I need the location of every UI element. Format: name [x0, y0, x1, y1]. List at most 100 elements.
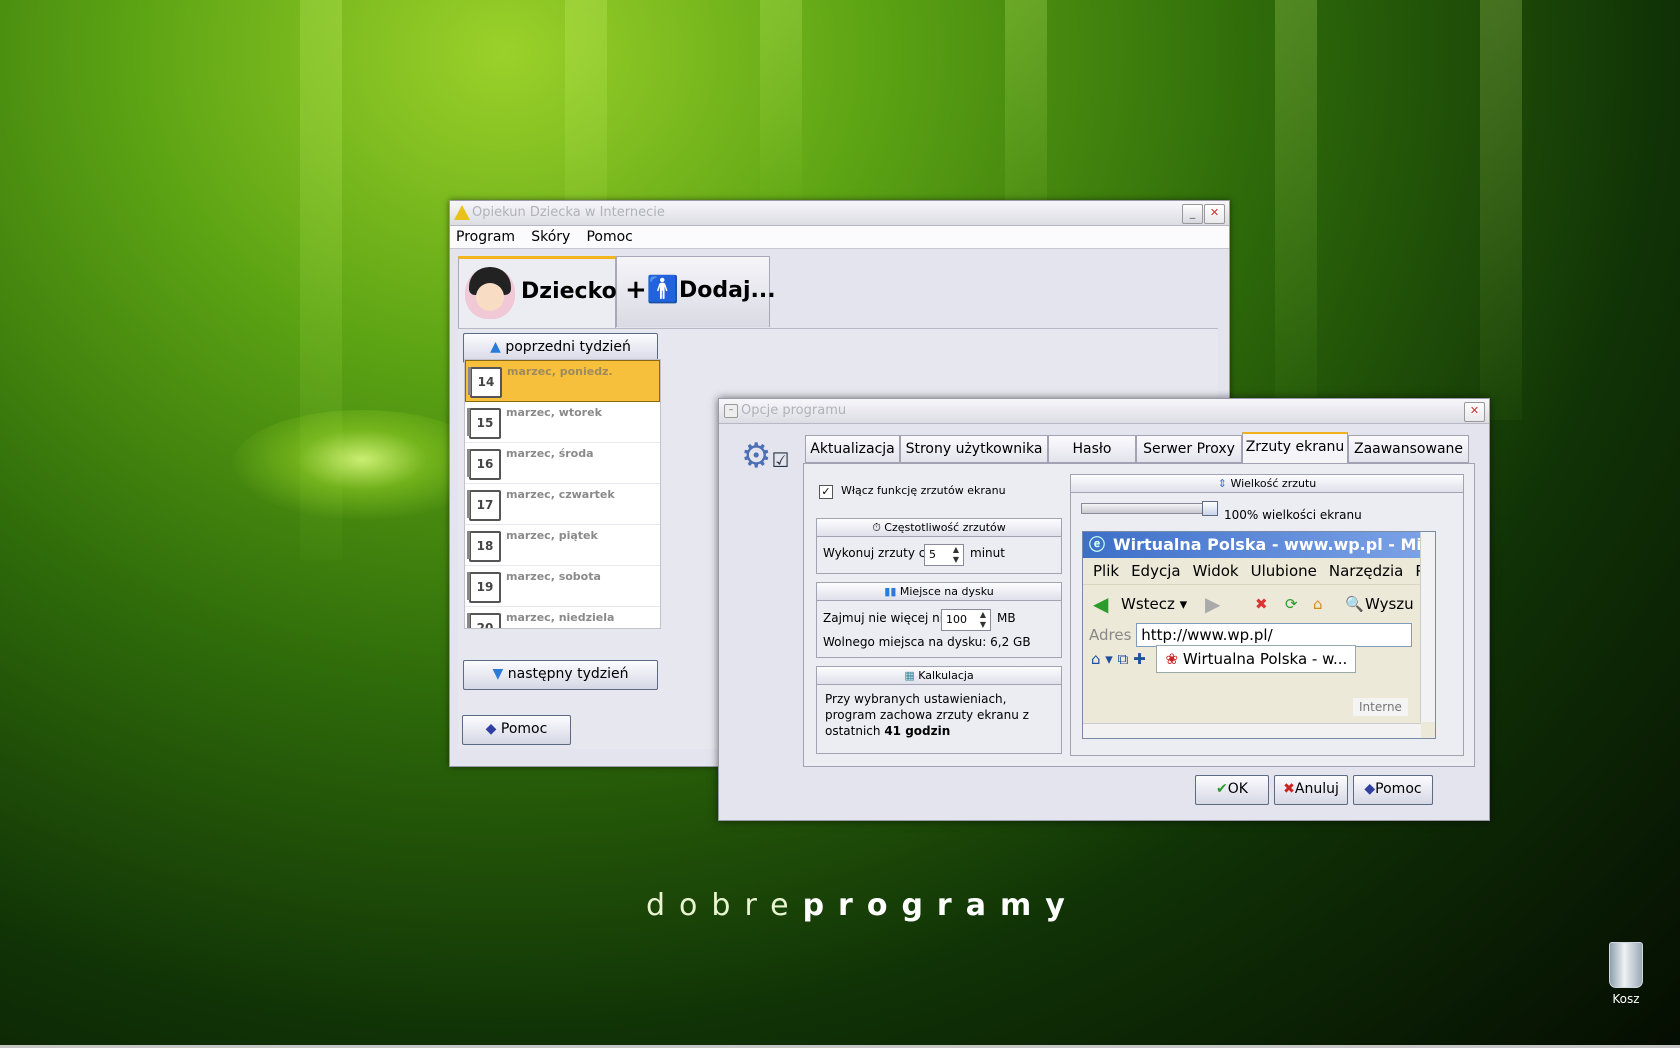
- settings-gears-icon: ⚙☑: [741, 436, 790, 476]
- enable-screenshots-label: Włącz funkcję zrzutów ekranu: [841, 484, 1006, 497]
- menu-skins[interactable]: Skóry: [525, 226, 576, 245]
- tab-updates[interactable]: Aktualizacja: [805, 435, 900, 463]
- help-label: Pomoc: [500, 721, 548, 737]
- menu-help[interactable]: Pomoc: [580, 226, 638, 245]
- calculation-header: ▦ Kalkulacja: [817, 667, 1061, 685]
- calendar-icon: 17: [467, 490, 501, 521]
- day-item[interactable]: 16 marzec, środa: [465, 443, 660, 484]
- tab-add[interactable]: +🚹 Dodaj...: [616, 256, 776, 327]
- disk-spinner[interactable]: 100 ▲ ▼: [941, 609, 991, 631]
- main-titlebar[interactable]: Opiekun Dziecka w Internecie _ ✕: [450, 201, 1229, 226]
- timer-icon: ⏱: [872, 521, 881, 534]
- prev-week-label: poprzedni tydzień: [505, 339, 631, 355]
- help-button[interactable]: ◆ Pomoc: [462, 715, 571, 745]
- options-dialog: – Opcje programu ✕ ⚙☑ Aktualizacja Stron…: [718, 398, 1490, 821]
- day-list: 14 marzec, poniedz. 15 marzec, wtorek 16 ma…: [464, 359, 661, 629]
- preview-side-label: Interne: [1353, 698, 1408, 716]
- resize-icon: ⇕: [1217, 477, 1227, 490]
- options-titlebar[interactable]: – Opcje programu ✕: [719, 399, 1489, 424]
- calendar-icon: 16: [467, 449, 501, 480]
- tab-password[interactable]: Hasło: [1048, 435, 1136, 463]
- recycle-bin[interactable]: Kosz: [1604, 942, 1648, 1006]
- day-label: marzec, wtorek: [506, 406, 602, 419]
- size-slider-thumb[interactable]: [1202, 501, 1218, 516]
- calculation-group: ▦ Kalkulacja Przy wybranych ustawieniach…: [816, 666, 1062, 754]
- minimize-button[interactable]: _: [1182, 204, 1203, 224]
- refresh-icon: ⟳: [1285, 595, 1298, 613]
- enable-screenshots-checkbox[interactable]: ✓: [819, 485, 833, 499]
- frequency-spinner[interactable]: 5 ▲ ▼: [924, 544, 964, 566]
- calendar-icon: 14: [468, 367, 502, 398]
- disk-header: ▮▮ Miejsce na dysku: [817, 583, 1061, 601]
- tab-child[interactable]: Dziecko: [458, 256, 617, 329]
- free-space-label: Wolnego miejsca na dysku: 6,2 GB: [823, 635, 1031, 649]
- day-label: marzec, środa: [506, 447, 594, 460]
- spinner-arrows-icon[interactable]: ▲ ▼: [976, 610, 990, 630]
- preview-menubar: PlikEdycjaWidokUlubioneNarzędziaPomo: [1093, 562, 1435, 580]
- preview-tabs: ⌂ ▾ ⧉ ✚ ❀ Wirtualna Polska - w...: [1083, 645, 1435, 673]
- calendar-icon: 15: [467, 408, 501, 439]
- day-label: marzec, sobota: [506, 570, 601, 583]
- options-title: Opcje programu: [741, 403, 847, 418]
- day-item[interactable]: 19 marzec, sobota: [465, 566, 660, 607]
- day-item[interactable]: 17 marzec, czwartek: [465, 484, 660, 525]
- arrow-up-icon: ▲: [490, 339, 501, 355]
- background-streak: [1480, 0, 1522, 420]
- day-item[interactable]: 20 marzec, niedziela: [465, 607, 660, 628]
- checkmark-icon: ✔: [1216, 781, 1228, 797]
- calculation-prefix: ostatnich: [825, 724, 881, 738]
- day-label: marzec, czwartek: [506, 488, 615, 501]
- tab-user-pages[interactable]: Strony użytkownika: [900, 435, 1048, 463]
- tab-child-label: Dziecko: [521, 279, 617, 304]
- child-avatar-icon: [465, 267, 515, 319]
- calculation-text: Przy wybranych ustawieniach, program zac…: [825, 691, 1029, 739]
- preview-addressbar: Adres http://www.wp.pl/: [1083, 623, 1435, 647]
- day-item[interactable]: 15 marzec, wtorek: [465, 402, 660, 443]
- options-close-button[interactable]: ✕: [1464, 402, 1485, 422]
- spinner-arrows-icon[interactable]: ▲ ▼: [949, 545, 963, 565]
- tab-proxy[interactable]: Serwer Proxy: [1136, 435, 1242, 463]
- recycle-bin-label: Kosz: [1612, 992, 1640, 1006]
- menu-program[interactable]: Program: [450, 226, 521, 245]
- tab-advanced[interactable]: Zaawansowane: [1348, 435, 1469, 463]
- cancel-button[interactable]: ✖Anuluj: [1274, 775, 1348, 805]
- search-icon: 🔍: [1345, 595, 1364, 613]
- main-window-title: Opiekun Dziecka w Internecie: [472, 205, 665, 220]
- next-week-button[interactable]: ▼ następny tydzień: [463, 660, 658, 690]
- tab-add-label: Dodaj...: [679, 278, 776, 303]
- home-icon: ⌂: [1313, 595, 1323, 613]
- recycle-bin-icon: [1609, 942, 1643, 988]
- preview-horizontal-scrollbar[interactable]: [1083, 723, 1421, 738]
- background-streak: [760, 0, 802, 200]
- next-week-label: następny tydzień: [507, 666, 629, 682]
- ok-button[interactable]: ✔OK: [1195, 775, 1269, 805]
- ie-logo-icon: ⓔ: [1089, 535, 1106, 554]
- preview-toolbar: ◀ Wstecz ▾ ▶ ✖ ⟳ ⌂ 🔍 Wyszu: [1083, 584, 1435, 623]
- options-help-button[interactable]: ◆Pomoc: [1353, 775, 1433, 805]
- preview-vertical-scrollbar[interactable]: [1420, 532, 1435, 722]
- arrow-down-icon: ▼: [492, 666, 504, 682]
- back-icon: ◀: [1093, 592, 1109, 616]
- day-label: marzec, poniedz.: [507, 365, 613, 378]
- disk-prefix: Zajmuj nie więcej niż: [823, 611, 950, 625]
- calculator-icon: ▦: [904, 669, 915, 682]
- frequency-unit: minut: [970, 546, 1005, 560]
- day-item[interactable]: 14 marzec, poniedz.: [465, 360, 660, 402]
- system-menu-icon[interactable]: –: [724, 404, 738, 418]
- screenshots-page: ✓ Włącz funkcję zrzutów ekranu ⏱ Częstot…: [803, 463, 1475, 767]
- day-label: marzec, piątek: [506, 529, 598, 542]
- background-streak: [1275, 0, 1317, 400]
- close-button[interactable]: ✕: [1204, 204, 1225, 224]
- help-book-icon: ◆: [1364, 781, 1376, 797]
- frequency-group: ⏱ Częstotliwość zrzutów Wykonuj zrzuty c…: [816, 518, 1062, 574]
- frequency-header: ⏱ Częstotliwość zrzutów: [817, 519, 1061, 537]
- day-item[interactable]: 18 marzec, piątek: [465, 525, 660, 566]
- size-slider[interactable]: [1081, 501, 1218, 516]
- tab-screenshots[interactable]: Zrzuty ekranu: [1242, 432, 1348, 464]
- help-book-icon: ◆: [485, 721, 497, 737]
- stop-icon: ✖: [1255, 595, 1268, 613]
- size-group: ⇕ Wielkość zrzutu 100% wielkości ekranu …: [1070, 474, 1464, 756]
- frequency-prefix: Wykonuj zrzuty co: [823, 546, 933, 560]
- day-label: marzec, niedziela: [506, 611, 615, 624]
- size-header: ⇕ Wielkość zrzutu: [1071, 475, 1463, 493]
